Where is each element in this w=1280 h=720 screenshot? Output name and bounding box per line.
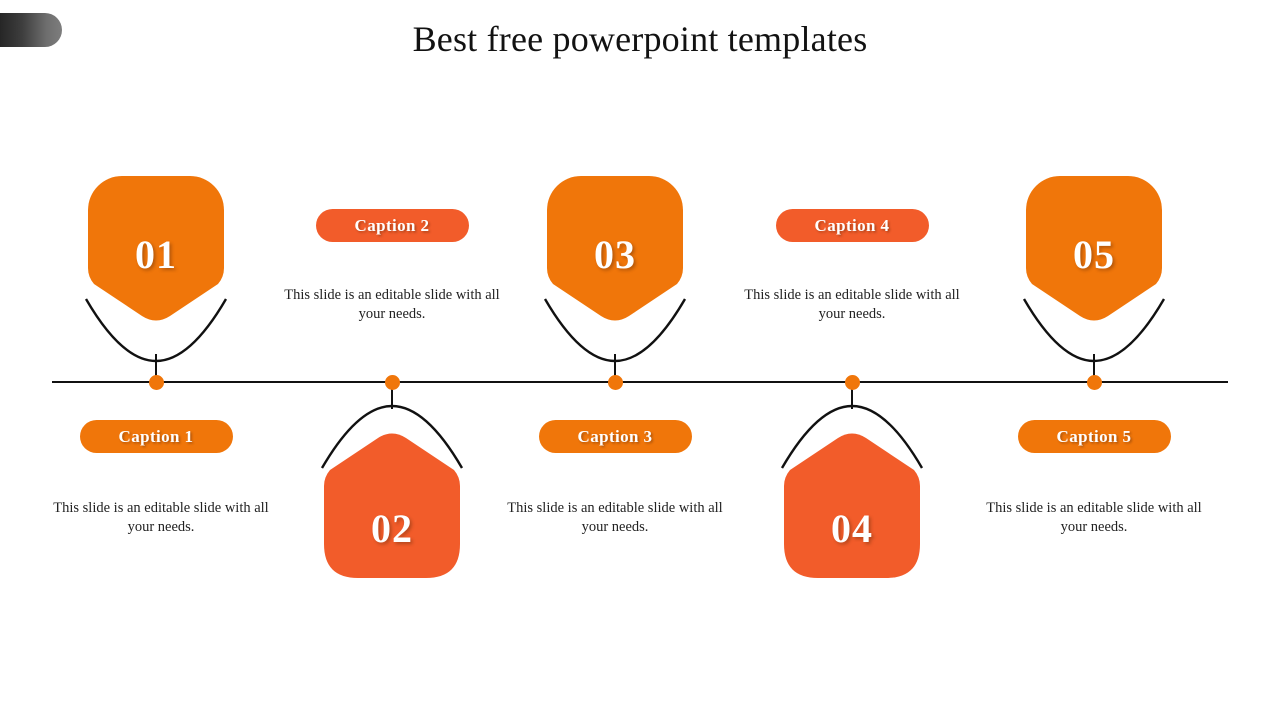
node-stem-2 bbox=[391, 387, 393, 409]
timeline-dot-1[interactable] bbox=[148, 375, 164, 390]
timeline-axis bbox=[52, 381, 1228, 383]
node-number-4: 04 bbox=[831, 506, 873, 551]
timeline-node-3[interactable]: 03 bbox=[547, 176, 683, 321]
timeline-node-1[interactable]: 01 bbox=[88, 176, 224, 321]
timeline-node-4[interactable]: 04 bbox=[784, 433, 920, 578]
description-5: This slide is an editable slide with all… bbox=[986, 500, 1202, 535]
caption-pill-3[interactable]: Caption 3 bbox=[538, 420, 692, 453]
description-1: This slide is an editable slide with all… bbox=[53, 500, 269, 535]
node-number-2: 02 bbox=[371, 506, 413, 551]
description-2: This slide is an editable slide with all… bbox=[284, 287, 500, 322]
timeline-dot-3[interactable] bbox=[607, 375, 623, 390]
caption-pill-5[interactable]: Caption 5 bbox=[1017, 420, 1171, 453]
timeline-node-2[interactable]: 02 bbox=[324, 433, 460, 578]
node-number-5: 05 bbox=[1073, 232, 1115, 277]
page-title: Best free powerpoint templates bbox=[412, 19, 868, 59]
node-stem-3 bbox=[614, 354, 616, 376]
node-stem-1 bbox=[155, 354, 157, 376]
slide-canvas: Best free powerpoint templates 01 Captio… bbox=[0, 0, 1280, 720]
caption-pill-1[interactable]: Caption 1 bbox=[79, 420, 233, 453]
timeline-dot-2[interactable] bbox=[384, 375, 400, 390]
caption-pill-4[interactable]: Caption 4 bbox=[775, 209, 929, 242]
node-number-3: 03 bbox=[594, 232, 636, 277]
timeline-node-5[interactable]: 05 bbox=[1026, 176, 1162, 321]
timeline-dot-5[interactable] bbox=[1086, 375, 1102, 390]
caption-pill-2[interactable]: Caption 2 bbox=[315, 209, 469, 242]
timeline-dot-4[interactable] bbox=[844, 375, 860, 390]
node-stem-5 bbox=[1093, 354, 1095, 376]
description-4: This slide is an editable slide with all… bbox=[744, 287, 960, 322]
node-stem-4 bbox=[851, 387, 853, 409]
node-number-1: 01 bbox=[135, 232, 177, 277]
description-3: This slide is an editable slide with all… bbox=[507, 500, 723, 535]
